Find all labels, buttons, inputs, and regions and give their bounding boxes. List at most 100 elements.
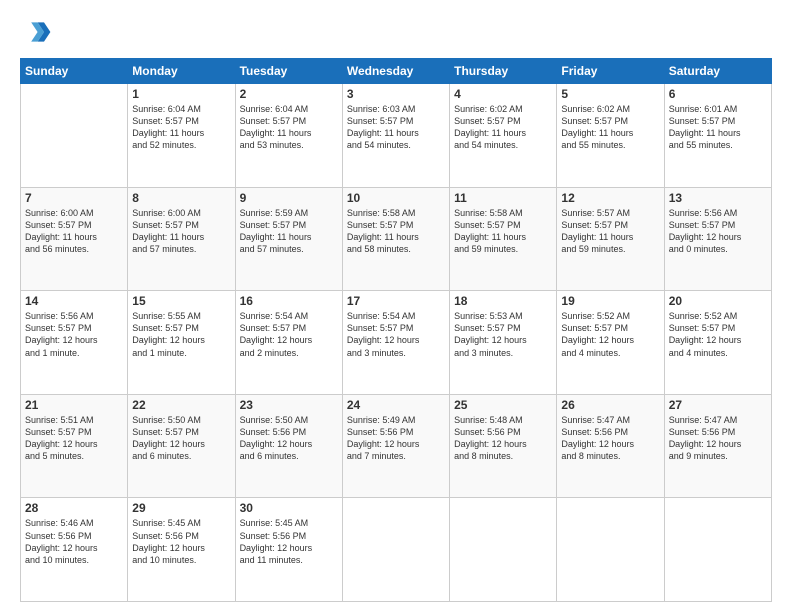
day-number: 25 xyxy=(454,398,552,412)
day-number: 24 xyxy=(347,398,445,412)
day-info: Sunrise: 5:55 AM Sunset: 5:57 PM Dayligh… xyxy=(132,310,230,359)
weekday-header: Tuesday xyxy=(235,59,342,84)
calendar-cell: 20 Sunrise: 5:52 AM Sunset: 5:57 PM Dayli… xyxy=(664,291,771,395)
day-number: 7 xyxy=(25,191,123,205)
day-info: Sunrise: 6:02 AM Sunset: 5:57 PM Dayligh… xyxy=(454,103,552,152)
day-info: Sunrise: 5:46 AM Sunset: 5:56 PM Dayligh… xyxy=(25,517,123,566)
day-number: 6 xyxy=(669,87,767,101)
calendar-cell: 27Sunrise: 5:47 AM Sunset: 5:56 PM Dayli… xyxy=(664,394,771,498)
calendar-cell: 13 Sunrise: 5:56 AM Sunset: 5:57 PM Dayli… xyxy=(664,187,771,291)
day-number: 17 xyxy=(347,294,445,308)
weekday-header: Sunday xyxy=(21,59,128,84)
day-info: Sunrise: 5:52 AM Sunset: 5:57 PM Dayligh… xyxy=(669,310,767,359)
day-number: 13 xyxy=(669,191,767,205)
calendar-cell: 10 Sunrise: 5:58 AM Sunset: 5:57 PM Dayli… xyxy=(342,187,449,291)
day-number: 1 xyxy=(132,87,230,101)
calendar-cell xyxy=(21,84,128,188)
day-info: Sunrise: 5:50 AM Sunset: 5:57 PM Dayligh… xyxy=(132,414,230,463)
day-info: Sunrise: 6:00 AM Sunset: 5:57 PM Dayligh… xyxy=(25,207,123,256)
day-info: Sunrise: 5:58 AM Sunset: 5:57 PM Dayligh… xyxy=(347,207,445,256)
day-info: Sunrise: 5:47 AM Sunset: 5:56 PM Dayligh… xyxy=(669,414,767,463)
calendar-cell: 8 Sunrise: 6:00 AM Sunset: 5:57 PM Daylig… xyxy=(128,187,235,291)
day-number: 12 xyxy=(561,191,659,205)
day-info: Sunrise: 5:45 AM Sunset: 5:56 PM Dayligh… xyxy=(132,517,230,566)
calendar-cell: 24 Sunrise: 5:49 AM Sunset: 5:56 PM Dayli… xyxy=(342,394,449,498)
calendar-cell: 25 Sunrise: 5:48 AM Sunset: 5:56 PM Dayli… xyxy=(450,394,557,498)
day-info: Sunrise: 5:49 AM Sunset: 5:56 PM Dayligh… xyxy=(347,414,445,463)
day-number: 22 xyxy=(132,398,230,412)
day-number: 28 xyxy=(25,501,123,515)
calendar-cell: 18 Sunrise: 5:53 AM Sunset: 5:57 PM Dayli… xyxy=(450,291,557,395)
calendar-cell: 26Sunrise: 5:47 AM Sunset: 5:56 PM Dayli… xyxy=(557,394,664,498)
weekday-header: Monday xyxy=(128,59,235,84)
day-info: Sunrise: 5:58 AM Sunset: 5:57 PM Dayligh… xyxy=(454,207,552,256)
day-number: 29 xyxy=(132,501,230,515)
day-info: Sunrise: 5:48 AM Sunset: 5:56 PM Dayligh… xyxy=(454,414,552,463)
day-info: Sunrise: 5:45 AM Sunset: 5:56 PM Dayligh… xyxy=(240,517,338,566)
day-info: Sunrise: 5:47 AM Sunset: 5:56 PM Dayligh… xyxy=(561,414,659,463)
day-number: 23 xyxy=(240,398,338,412)
calendar-cell: 5 Sunrise: 6:02 AM Sunset: 5:57 PM Daylig… xyxy=(557,84,664,188)
day-info: Sunrise: 6:00 AM Sunset: 5:57 PM Dayligh… xyxy=(132,207,230,256)
calendar-cell: 3 Sunrise: 6:03 AM Sunset: 5:57 PM Daylig… xyxy=(342,84,449,188)
day-number: 16 xyxy=(240,294,338,308)
day-number: 3 xyxy=(347,87,445,101)
calendar-cell xyxy=(664,498,771,602)
day-info: Sunrise: 5:54 AM Sunset: 5:57 PM Dayligh… xyxy=(347,310,445,359)
day-info: Sunrise: 6:01 AM Sunset: 5:57 PM Dayligh… xyxy=(669,103,767,152)
calendar-cell: 21 Sunrise: 5:51 AM Sunset: 5:57 PM Dayli… xyxy=(21,394,128,498)
day-number: 18 xyxy=(454,294,552,308)
calendar-cell: 15 Sunrise: 5:55 AM Sunset: 5:57 PM Dayli… xyxy=(128,291,235,395)
calendar-cell: 11 Sunrise: 5:58 AM Sunset: 5:57 PM Dayli… xyxy=(450,187,557,291)
calendar-cell xyxy=(557,498,664,602)
calendar-cell: 19Sunrise: 5:52 AM Sunset: 5:57 PM Dayli… xyxy=(557,291,664,395)
day-info: Sunrise: 6:03 AM Sunset: 5:57 PM Dayligh… xyxy=(347,103,445,152)
day-info: Sunrise: 5:57 AM Sunset: 5:57 PM Dayligh… xyxy=(561,207,659,256)
weekday-header: Friday xyxy=(557,59,664,84)
weekday-header: Saturday xyxy=(664,59,771,84)
calendar-cell xyxy=(450,498,557,602)
calendar-cell: 28 Sunrise: 5:46 AM Sunset: 5:56 PM Dayli… xyxy=(21,498,128,602)
logo-icon xyxy=(20,16,52,48)
day-number: 21 xyxy=(25,398,123,412)
day-number: 9 xyxy=(240,191,338,205)
day-number: 20 xyxy=(669,294,767,308)
calendar-cell: 4Sunrise: 6:02 AM Sunset: 5:57 PM Daylig… xyxy=(450,84,557,188)
page: SundayMondayTuesdayWednesdayThursdayFrid… xyxy=(0,0,792,612)
day-info: Sunrise: 5:53 AM Sunset: 5:57 PM Dayligh… xyxy=(454,310,552,359)
calendar-cell: 1 Sunrise: 6:04 AM Sunset: 5:57 PM Daylig… xyxy=(128,84,235,188)
day-number: 5 xyxy=(561,87,659,101)
weekday-header: Thursday xyxy=(450,59,557,84)
day-info: Sunrise: 6:02 AM Sunset: 5:57 PM Dayligh… xyxy=(561,103,659,152)
calendar-cell xyxy=(342,498,449,602)
day-number: 8 xyxy=(132,191,230,205)
day-number: 15 xyxy=(132,294,230,308)
day-number: 10 xyxy=(347,191,445,205)
day-info: Sunrise: 5:59 AM Sunset: 5:57 PM Dayligh… xyxy=(240,207,338,256)
day-info: Sunrise: 5:50 AM Sunset: 5:56 PM Dayligh… xyxy=(240,414,338,463)
calendar-table: SundayMondayTuesdayWednesdayThursdayFrid… xyxy=(20,58,772,602)
calendar-cell: 7 Sunrise: 6:00 AM Sunset: 5:57 PM Daylig… xyxy=(21,187,128,291)
calendar-cell: 17 Sunrise: 5:54 AM Sunset: 5:57 PM Dayli… xyxy=(342,291,449,395)
calendar-cell: 23 Sunrise: 5:50 AM Sunset: 5:56 PM Dayli… xyxy=(235,394,342,498)
calendar-cell: 2 Sunrise: 6:04 AM Sunset: 5:57 PM Daylig… xyxy=(235,84,342,188)
header xyxy=(20,16,772,48)
calendar-cell: 30 Sunrise: 5:45 AM Sunset: 5:56 PM Dayli… xyxy=(235,498,342,602)
day-number: 11 xyxy=(454,191,552,205)
calendar-cell: 6 Sunrise: 6:01 AM Sunset: 5:57 PM Daylig… xyxy=(664,84,771,188)
day-number: 30 xyxy=(240,501,338,515)
day-info: Sunrise: 5:51 AM Sunset: 5:57 PM Dayligh… xyxy=(25,414,123,463)
day-info: Sunrise: 6:04 AM Sunset: 5:57 PM Dayligh… xyxy=(240,103,338,152)
calendar-cell: 16 Sunrise: 5:54 AM Sunset: 5:57 PM Dayli… xyxy=(235,291,342,395)
day-info: Sunrise: 6:04 AM Sunset: 5:57 PM Dayligh… xyxy=(132,103,230,152)
calendar-cell: 29 Sunrise: 5:45 AM Sunset: 5:56 PM Dayli… xyxy=(128,498,235,602)
day-number: 2 xyxy=(240,87,338,101)
day-info: Sunrise: 5:56 AM Sunset: 5:57 PM Dayligh… xyxy=(669,207,767,256)
day-info: Sunrise: 5:54 AM Sunset: 5:57 PM Dayligh… xyxy=(240,310,338,359)
calendar-cell: 9 Sunrise: 5:59 AM Sunset: 5:57 PM Daylig… xyxy=(235,187,342,291)
calendar-cell: 14 Sunrise: 5:56 AM Sunset: 5:57 PM Dayli… xyxy=(21,291,128,395)
day-number: 14 xyxy=(25,294,123,308)
day-info: Sunrise: 5:56 AM Sunset: 5:57 PM Dayligh… xyxy=(25,310,123,359)
logo xyxy=(20,16,56,48)
calendar-cell: 12 Sunrise: 5:57 AM Sunset: 5:57 PM Dayli… xyxy=(557,187,664,291)
